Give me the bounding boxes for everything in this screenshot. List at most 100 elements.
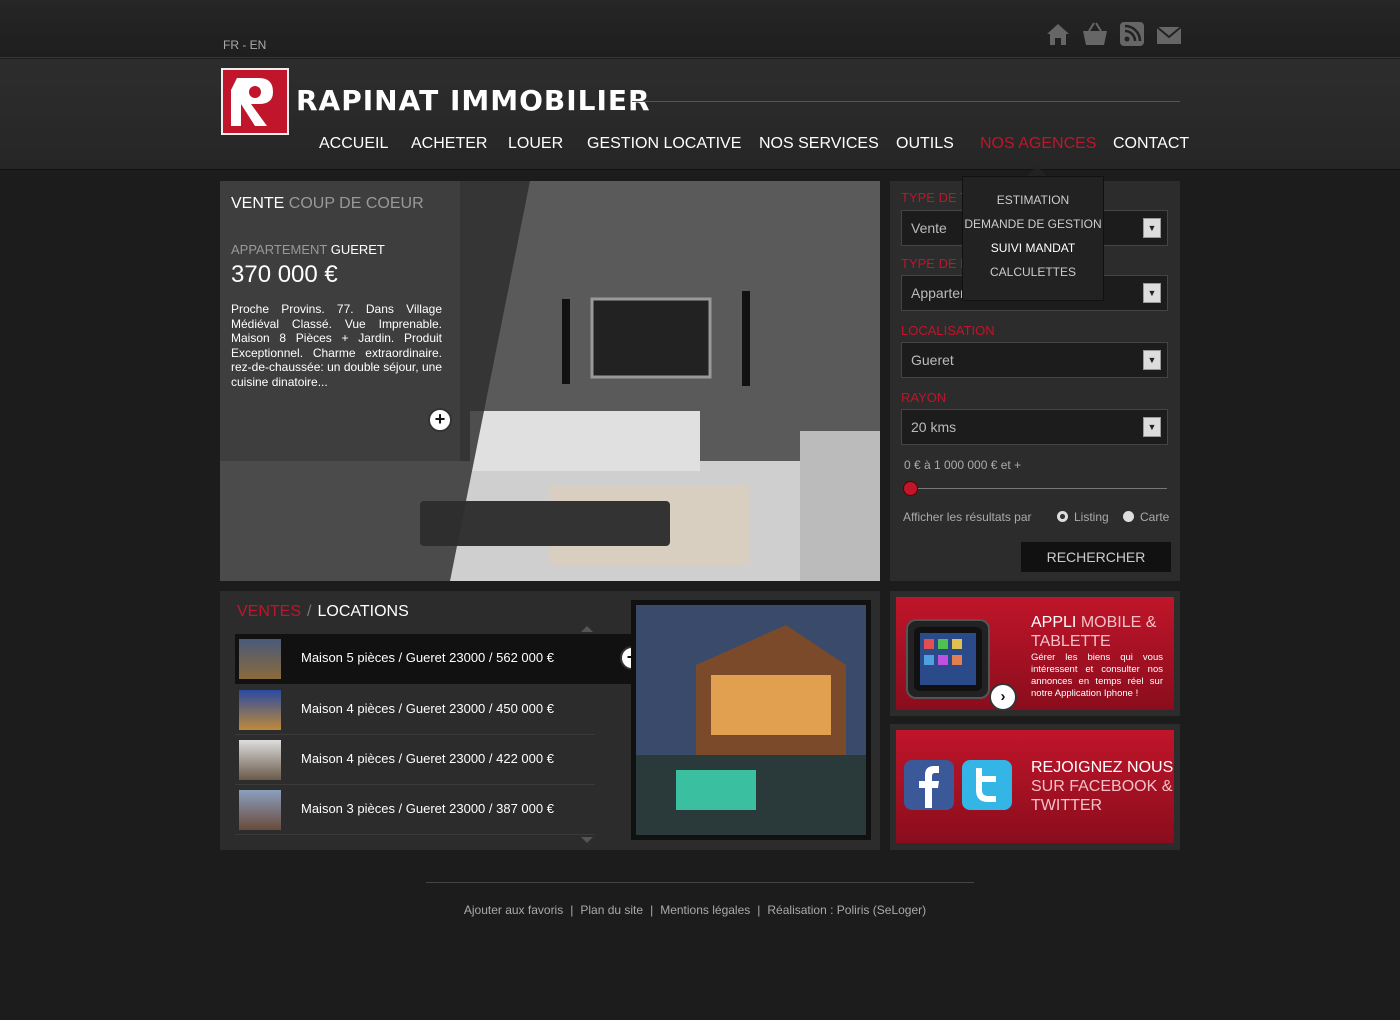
dropdown-pointer (1027, 166, 1047, 176)
hero-heading: VENTE COUP DE COEUR (231, 195, 424, 213)
dropdown-suivi-mandat[interactable]: SUIVI MANDAT (963, 236, 1103, 260)
type-transaction-label: TYPE DE T (901, 190, 968, 205)
nav-agences-dropdown: ESTIMATION DEMANDE DE GESTION SUIVI MAND… (962, 176, 1104, 301)
language-switch[interactable]: FR - EN (223, 38, 266, 52)
social-promo-line2: SUR FACEBOOK & (1031, 778, 1173, 795)
list-item[interactable]: Maison 4 pièces / Gueret 23000 / 422 000… (235, 735, 595, 785)
rayon-select[interactable]: 20 kms ▼ (901, 409, 1168, 445)
app-promo-title-white: APPLI (1031, 614, 1077, 631)
facebook-icon[interactable] (904, 760, 954, 810)
featured-property: VENTE COUP DE COEUR APPARTEMENT GUERET 3… (220, 181, 880, 581)
social-promo-card[interactable]: REJOIGNEZ NOUS SUR FACEBOOK & TWITTER (890, 724, 1180, 850)
top-icons (1044, 20, 1183, 48)
nav-contact[interactable]: CONTACT (1113, 135, 1189, 153)
search-button[interactable]: RECHERCHER (1021, 542, 1171, 572)
footer-separator: | (570, 903, 574, 917)
scroll-down-icon[interactable] (581, 837, 593, 843)
hero-price: 370 000 € (231, 261, 338, 288)
twitter-icon[interactable] (962, 760, 1012, 810)
top-bar (0, 0, 1400, 58)
radio-unselected-icon (1123, 511, 1134, 522)
tab-separator: / (307, 603, 312, 620)
app-promo-description: Gérer les biens qui vous intéressent et … (1031, 652, 1163, 699)
chevron-down-icon[interactable]: ▼ (1143, 350, 1161, 370)
list-item[interactable]: Maison 3 pièces / Gueret 23000 / 387 000… (235, 785, 595, 835)
footer-link-realisation[interactable]: Réalisation : Poliris (SeLoger) (767, 903, 926, 917)
hero-type: APPARTEMENT GUERET (231, 242, 385, 257)
smartphone-icon (906, 619, 990, 699)
type-transaction-value: Vente (911, 220, 947, 236)
radio-carte[interactable]: Carte (1123, 510, 1169, 524)
list-item[interactable]: Maison 5 pièces / Gueret 23000 / 562 000… (235, 634, 632, 684)
list-item-label: Maison 4 pièces / Gueret 23000 / 422 000… (301, 751, 554, 766)
radio-carte-label: Carte (1140, 510, 1170, 524)
chevron-down-icon[interactable]: ▼ (1143, 283, 1161, 303)
hero-city: GUERET (330, 242, 385, 257)
radio-listing-label: Listing (1074, 510, 1109, 524)
footer-separator: | (757, 903, 761, 917)
rss-icon[interactable] (1118, 20, 1146, 48)
social-promo-title: REJOIGNEZ NOUS SUR FACEBOOK & TWITTER (1031, 758, 1173, 815)
nav-gestion-locative[interactable]: GESTION LOCATIVE (587, 135, 741, 153)
list-item-label: Maison 3 pièces / Gueret 23000 / 387 000… (301, 801, 554, 816)
list-item-thumbnail (239, 790, 281, 830)
hero-label: VENTE (231, 195, 285, 212)
dropdown-calculettes[interactable]: CALCULETTES (963, 260, 1103, 284)
nav-louer[interactable]: LOUER (508, 135, 563, 153)
app-promo-card[interactable]: › APPLI MOBILE & TABLETTE Gérer les bien… (890, 591, 1180, 716)
dropdown-estimation[interactable]: ESTIMATION (963, 188, 1103, 212)
basket-icon[interactable] (1081, 20, 1109, 48)
radio-listing[interactable]: Listing (1057, 510, 1109, 524)
list-item-thumbnail (239, 740, 281, 780)
listing-tabs: VENTES / LOCATIONS (237, 603, 409, 621)
footer-separator: | (650, 903, 654, 917)
nav-nos-services[interactable]: NOS SERVICES (759, 135, 879, 153)
hero-more-plus-icon[interactable]: + (428, 408, 452, 432)
nav-outils[interactable]: OUTILS (896, 135, 954, 153)
brand-name[interactable]: RAPINAT IMMOBILIER (296, 84, 651, 117)
chevron-right-icon[interactable]: › (989, 683, 1017, 711)
display-mode-label: Afficher les résultats par (903, 510, 1032, 524)
hero-description: Proche Provins. 77. Dans Village Médiéva… (231, 302, 442, 389)
listings-panel: VENTES / LOCATIONS Maison 5 pièces / Guere… (220, 591, 880, 850)
nav-accueil[interactable]: ACCUEIL (319, 135, 388, 153)
price-slider-track[interactable] (910, 488, 1167, 489)
list-item-thumbnail (239, 690, 281, 730)
app-promo-title: APPLI MOBILE & TABLETTE (1031, 613, 1174, 651)
dropdown-demande-de-gestion[interactable]: DEMANDE DE GESTION (963, 212, 1103, 236)
nav-acheter[interactable]: ACHETER (411, 135, 487, 153)
localisation-value: Gueret (911, 352, 954, 368)
tab-locations[interactable]: LOCATIONS (317, 603, 408, 620)
nav-nos-agences[interactable]: NOS AGENCES (980, 135, 1096, 153)
footer-link-plan-du-site[interactable]: Plan du site (580, 903, 643, 917)
hero-label-sub: COUP DE COEUR (288, 195, 424, 212)
hero-property-type: APPARTEMENT (231, 242, 328, 257)
list-item-label: Maison 4 pièces / Gueret 23000 / 450 000… (301, 701, 554, 716)
chevron-down-icon[interactable]: ▼ (1143, 218, 1161, 238)
list-item-thumbnail (239, 639, 281, 679)
header-divider (632, 101, 1180, 102)
footer-divider (426, 882, 974, 883)
scroll-up-icon[interactable] (581, 626, 593, 632)
chevron-down-icon[interactable]: ▼ (1143, 417, 1161, 437)
tab-ventes[interactable]: VENTES (237, 603, 301, 620)
header (0, 59, 1400, 170)
footer-link-mentions-legales[interactable]: Mentions légales (660, 903, 750, 917)
social-promo-line3: TWITTER (1031, 797, 1103, 814)
radio-selected-icon (1057, 511, 1068, 522)
home-icon[interactable] (1044, 20, 1072, 48)
rayon-value: 20 kms (911, 419, 957, 435)
price-slider-handle[interactable] (903, 481, 918, 496)
footer: Ajouter aux favoris | Plan du site | Mention… (0, 903, 1390, 917)
listing-preview-image[interactable] (631, 600, 871, 840)
localisation-label: LOCALISATION (901, 323, 995, 338)
rayon-label: RAYON (901, 390, 947, 405)
price-range-text: 0 € à 1 000 000 € et + (904, 458, 1022, 472)
list-item-label: Maison 5 pièces / Gueret 23000 / 562 000… (301, 650, 554, 665)
localisation-select[interactable]: Gueret ▼ (901, 342, 1168, 378)
social-promo-line1: REJOIGNEZ NOUS (1031, 759, 1174, 776)
footer-link-favoris[interactable]: Ajouter aux favoris (464, 903, 563, 917)
brand-logo-icon[interactable] (221, 68, 289, 135)
list-item[interactable]: Maison 4 pièces / Gueret 23000 / 450 000… (235, 685, 595, 735)
mail-icon[interactable] (1155, 20, 1183, 48)
